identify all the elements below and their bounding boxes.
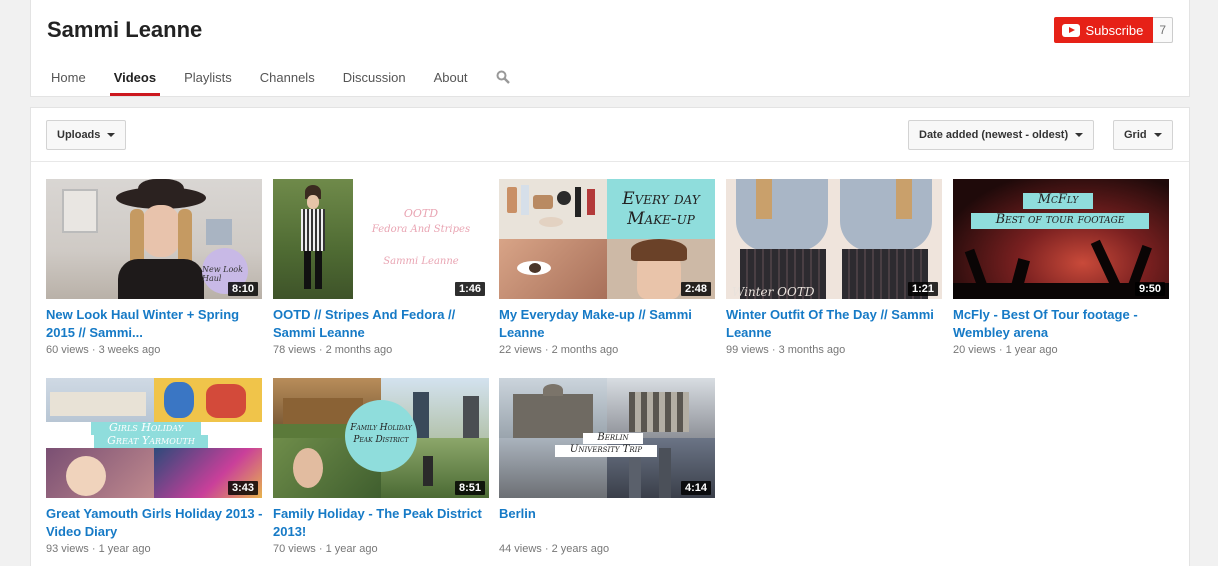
video-title[interactable]: McFly - Best Of Tour footage - Wembley a… — [953, 306, 1170, 342]
video-age: 1 year ago — [98, 543, 151, 555]
video-meta: 60 views · 3 weeks ago — [46, 344, 161, 356]
video-card: New Look Haul 8:10 New Look Haul Winter … — [46, 179, 263, 358]
video-title[interactable]: New Look Haul Winter + Spring 2015 // Sa… — [46, 306, 263, 342]
sort-dropdown[interactable]: Date added (newest - oldest) — [908, 120, 1095, 150]
thumbnail-caption: Girls Holiday — [108, 421, 184, 434]
video-title[interactable]: Family Holiday - The Peak District 2013! — [273, 505, 490, 541]
video-age: 1 year ago — [325, 543, 378, 555]
video-views: 44 views — [499, 543, 542, 555]
video-age: 2 months ago — [325, 344, 393, 356]
youtube-logo-icon — [1061, 23, 1080, 37]
video-views: 99 views — [726, 344, 769, 356]
videos-toolbar: Uploads Date added (newest - oldest) Gri… — [31, 108, 1189, 162]
video-thumbnail[interactable]: McFly Best of tour footage 9:50 — [953, 179, 1169, 299]
video-card: Winter OOTD 1:21 Winter Outfit Of The Da… — [726, 179, 943, 358]
video-meta: 20 views · 1 year ago — [953, 344, 1058, 356]
video-card: McFly Best of tour footage 9:50 McFly - … — [953, 179, 1170, 358]
video-meta: 70 views · 1 year ago — [273, 543, 378, 555]
channel-name[interactable]: Sammi Leanne — [47, 17, 202, 43]
channel-tabs: Home Videos Playlists Channels Discussio… — [31, 56, 524, 96]
caret-down-icon — [1075, 133, 1084, 137]
thumbnail-caption: New Look Haul — [202, 265, 243, 283]
video-card: Family Holiday Peak District 8:51 Family… — [273, 378, 490, 557]
video-title[interactable]: Great Yamouth Girls Holiday 2013 - Video… — [46, 505, 263, 541]
video-thumbnail[interactable]: Girls Holiday Great Yarmouth 3:43 — [46, 378, 262, 498]
video-duration: 1:46 — [454, 282, 485, 296]
video-age: 1 year ago — [1005, 344, 1058, 356]
subscribe-button[interactable]: Subscribe — [1053, 17, 1154, 43]
thumbnail-caption: McFly — [1037, 192, 1079, 207]
subscribe-label: Subscribe — [1085, 22, 1144, 38]
tab-playlists[interactable]: Playlists — [170, 56, 246, 96]
video-card: OOTD Fedora And Stripes Sammi Leanne 1:4… — [273, 179, 490, 358]
video-age: 3 weeks ago — [98, 344, 161, 356]
caret-down-icon — [107, 133, 116, 137]
video-duration: 8:51 — [454, 481, 485, 495]
video-views: 20 views — [953, 344, 996, 356]
video-duration: 1:21 — [907, 282, 938, 296]
caret-down-icon — [1153, 133, 1162, 137]
video-meta: 22 views · 2 months ago — [499, 344, 619, 356]
video-duration: 2:48 — [680, 282, 711, 296]
tab-about[interactable]: About — [420, 56, 482, 96]
video-thumbnail[interactable]: Winter OOTD 1:21 — [726, 179, 942, 299]
video-card: Berlin University Trip 4:14 Berlin 44 vi… — [499, 378, 716, 557]
video-age: 2 months ago — [551, 344, 619, 356]
video-meta: 99 views · 3 months ago — [726, 344, 846, 356]
video-meta: 44 views · 2 years ago — [499, 543, 610, 555]
tab-channels[interactable]: Channels — [246, 56, 329, 96]
thumbnail-caption: Best of tour footage — [995, 212, 1125, 227]
uploads-label: Uploads — [57, 129, 101, 141]
video-views: 60 views — [46, 344, 89, 356]
thumbnail-caption: University Trip — [569, 444, 643, 455]
video-age: 2 years ago — [551, 543, 610, 555]
video-card: Girls Holiday Great Yarmouth 3:43 Great … — [46, 378, 263, 557]
thumbnail-caption: Peak District — [353, 435, 409, 445]
tab-home[interactable]: Home — [31, 56, 100, 96]
video-card: Every day Make-up 2:48 My Everyday Make-… — [499, 179, 716, 358]
thumbnail-caption: Every day — [622, 189, 700, 209]
subscriber-count: 7 — [1153, 17, 1173, 43]
video-title[interactable]: Winter Outfit Of The Day // Sammi Leanne — [726, 306, 943, 342]
thumbnail-caption: Make-up — [627, 209, 695, 229]
view-dropdown[interactable]: Grid — [1113, 120, 1173, 150]
video-thumbnail[interactable]: OOTD Fedora And Stripes Sammi Leanne 1:4… — [273, 179, 489, 299]
thumbnail-caption: Great Yarmouth — [107, 434, 195, 447]
video-duration: 9:50 — [1134, 282, 1165, 296]
video-title[interactable]: OOTD // Stripes And Fedora // Sammi Lean… — [273, 306, 490, 342]
tab-discussion[interactable]: Discussion — [329, 56, 420, 96]
video-duration: 3:43 — [227, 481, 258, 495]
video-thumbnail[interactable]: Every day Make-up 2:48 — [499, 179, 715, 299]
video-meta: 93 views · 1 year ago — [46, 543, 151, 555]
view-label: Grid — [1124, 129, 1147, 141]
video-views: 78 views — [273, 344, 316, 356]
search-tab[interactable] — [482, 56, 524, 96]
thumbnail-caption: Family Holiday — [350, 423, 412, 433]
videos-panel: Uploads Date added (newest - oldest) Gri… — [30, 107, 1190, 566]
video-thumbnail[interactable]: Family Holiday Peak District 8:51 — [273, 378, 489, 498]
video-meta: 78 views · 2 months ago — [273, 344, 393, 356]
video-thumbnail[interactable]: Berlin University Trip 4:14 — [499, 378, 715, 498]
video-title[interactable]: My Everyday Make-up // Sammi Leanne — [499, 306, 716, 342]
video-views: 70 views — [273, 543, 316, 555]
thumbnail-caption: Sammi Leanne — [383, 256, 459, 267]
video-views: 93 views — [46, 543, 89, 555]
sort-label: Date added (newest - oldest) — [919, 129, 1069, 141]
video-thumbnail[interactable]: New Look Haul 8:10 — [46, 179, 262, 299]
video-age: 3 months ago — [778, 344, 846, 356]
search-icon — [496, 70, 510, 84]
video-views: 22 views — [499, 344, 542, 356]
uploads-dropdown[interactable]: Uploads — [46, 120, 127, 150]
video-duration: 8:10 — [227, 282, 258, 296]
thumbnail-caption: Berlin — [597, 432, 629, 443]
tab-videos[interactable]: Videos — [100, 56, 170, 96]
video-duration: 4:14 — [680, 481, 711, 495]
video-title[interactable]: Berlin — [499, 505, 716, 541]
subscribe-group: Subscribe 7 — [1053, 17, 1173, 43]
thumbnail-caption: Winter OOTD — [732, 285, 815, 299]
channel-header: Sammi Leanne Subscribe 7 Home Videos Pla… — [30, 0, 1190, 97]
thumbnail-caption: OOTD — [403, 207, 439, 220]
thumbnail-caption: Fedora And Stripes — [371, 224, 471, 235]
